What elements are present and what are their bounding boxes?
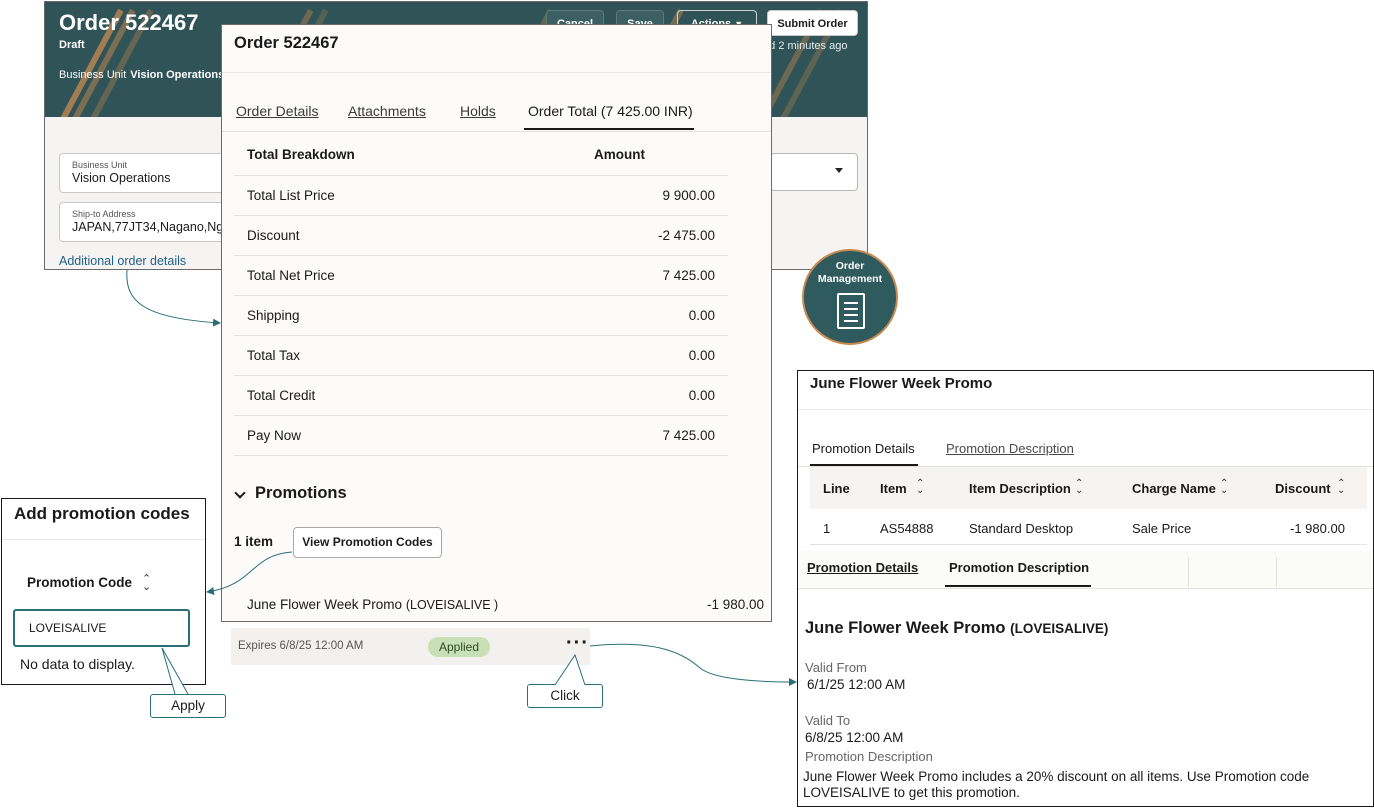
arrow-to-description [589,643,797,686]
arrow-to-add-promotion [206,551,293,595]
click-callout-pointer [554,653,586,686]
arrow-to-order-total [126,269,221,327]
apply-callout-pointer [161,647,189,695]
connector-arrows [126,269,797,695]
